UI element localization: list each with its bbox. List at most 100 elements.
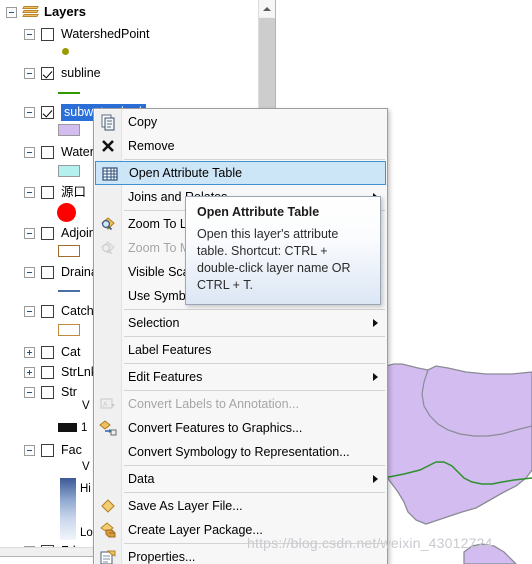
menu-item-open-attribute-table[interactable]: Open Attribute Table [95, 161, 386, 185]
legend-swatch-watershed [58, 165, 80, 177]
menu-label-label-features: Label Features [128, 343, 212, 357]
chevron-right-icon [373, 373, 378, 381]
menu-item-remove[interactable]: Remove [94, 134, 387, 158]
menu-label-data: Data [128, 472, 155, 486]
menu-item-save-as-layer-file[interactable]: Save As Layer File... [94, 494, 387, 518]
menu-label-properties: Properties... [128, 550, 196, 564]
menu-separator [124, 363, 385, 364]
tree-node-subline[interactable]: subline [24, 64, 101, 82]
expander-icon[interactable] [24, 28, 35, 40]
menu-item-convert-labels-to-annotation: A Convert Labels to Annotation... [94, 392, 387, 416]
legend-header-str: V [82, 400, 90, 412]
tree-node-watershedpoint[interactable]: WatershedPoint [24, 25, 149, 43]
tree-label-layers-root: Layers [44, 4, 86, 19]
legend-swatch-adjoincatchment [58, 245, 80, 257]
tree-label-fac: Fac [61, 443, 82, 457]
menu-item-convert-features-to-graphics[interactable]: Convert Features to Graphics... [94, 416, 387, 440]
layers-stack-icon [22, 5, 39, 19]
menu-separator [124, 159, 385, 160]
tooltip-title: Open Attribute Table [197, 205, 320, 219]
menu-label-remove: Remove [128, 139, 175, 153]
legend-swatch-subline [58, 92, 80, 94]
remove-x-icon [99, 137, 117, 155]
expander-icon[interactable] [24, 186, 35, 198]
svg-text:A: A [103, 402, 108, 409]
expander-icon[interactable] [24, 346, 35, 358]
expander-icon[interactable] [24, 366, 35, 378]
legend-swatch-subwatershed [58, 124, 80, 136]
expander-icon[interactable] [24, 106, 35, 118]
legend-swatch-fac-gradient [60, 478, 76, 540]
layer-package-icon [99, 521, 117, 539]
tree-label-watershedpoint: WatershedPoint [61, 27, 150, 41]
layer-visibility-checkbox[interactable] [41, 385, 54, 399]
menu-separator [124, 492, 385, 493]
legend-swatch-catchment [58, 324, 80, 336]
menu-separator [124, 465, 385, 466]
menu-item-copy[interactable]: Copy [94, 110, 387, 134]
expander-icon[interactable] [6, 6, 17, 18]
legend-swatch-yuankou [57, 203, 76, 222]
menu-label-copy: Copy [128, 115, 158, 129]
legend-swatch-str [58, 423, 77, 432]
menu-label-edit-features: Edit Features [128, 370, 203, 384]
tree-label-subline: subline [61, 66, 101, 80]
tooltip-open-attribute-table: Open Attribute Table Open this layer's a… [185, 196, 381, 305]
layer-visibility-checkbox[interactable] [41, 345, 54, 359]
chevron-up-icon [263, 6, 271, 11]
menu-item-convert-symbology-to-representation[interactable]: Convert Symbology to Representation... [94, 440, 387, 464]
tree-label-yuankou: 源口 [61, 185, 87, 199]
expander-icon[interactable] [24, 444, 35, 456]
tooltip-body: Open this layer's attribute table. Short… [197, 227, 351, 292]
legend-swatch-watershedpoint [62, 48, 69, 55]
menu-separator [124, 390, 385, 391]
expander-icon[interactable] [24, 266, 35, 278]
legend-header-fac: V [82, 461, 90, 473]
tree-node-cat[interactable]: Cat [24, 343, 80, 361]
layer-visibility-checkbox[interactable] [41, 66, 54, 80]
layer-visibility-checkbox[interactable] [41, 265, 54, 279]
menu-label-convert-features-to-graphics: Convert Features to Graphics... [128, 421, 303, 435]
legend-low-label-fac: Lo [80, 527, 93, 539]
menu-item-selection[interactable]: Selection [94, 311, 387, 335]
legend-value-str: 1 [81, 422, 88, 434]
menu-separator [124, 309, 385, 310]
expander-icon[interactable] [24, 146, 35, 158]
convert-labels-icon: A [99, 395, 117, 413]
menu-label-convert-labels-to-annotation: Convert Labels to Annotation... [128, 397, 299, 411]
menu-item-edit-features[interactable]: Edit Features [94, 365, 387, 389]
tree-label-str: Str [61, 385, 77, 399]
tree-node-strlnk[interactable]: StrLnk [24, 363, 97, 381]
legend-swatch-drainageline [58, 290, 80, 292]
menu-item-label-features[interactable]: Label Features [94, 338, 387, 362]
properties-icon [99, 548, 117, 564]
expander-icon[interactable] [24, 305, 35, 317]
tree-node-fac[interactable]: Fac [24, 441, 82, 459]
layer-visibility-checkbox[interactable] [41, 105, 54, 119]
chevron-right-icon [373, 319, 378, 327]
layer-visibility-checkbox[interactable] [41, 226, 54, 240]
layer-visibility-checkbox[interactable] [41, 443, 54, 457]
arcmap-window: Layers WatershedPoint subline subwatersh… [0, 0, 532, 564]
expander-icon[interactable] [24, 67, 35, 79]
layer-visibility-checkbox[interactable] [41, 185, 54, 199]
tree-label-cat: Cat [61, 345, 81, 359]
watermark-text: https://blog.csdn.net/weixin_43012724 [247, 535, 493, 551]
layer-visibility-checkbox[interactable] [41, 365, 54, 379]
menu-label-selection: Selection [128, 316, 180, 330]
tree-label-strlnk: StrLnk [61, 365, 98, 379]
scroll-up-button[interactable] [259, 0, 275, 17]
tree-node-yuankou[interactable]: 源口 [24, 183, 86, 201]
expander-icon[interactable] [24, 386, 35, 398]
expander-icon[interactable] [24, 227, 35, 239]
layer-visibility-checkbox[interactable] [41, 145, 54, 159]
layer-visibility-checkbox[interactable] [41, 304, 54, 318]
layer-visibility-checkbox[interactable] [41, 27, 54, 41]
legend-high-label-fac: Hi [80, 483, 91, 495]
menu-item-data[interactable]: Data [94, 467, 387, 491]
tree-node-str[interactable]: Str [24, 383, 77, 401]
layer-context-menu[interactable]: Copy Remove Open Attribute Table Joins a… [93, 108, 388, 564]
tree-node-layers-root[interactable]: Layers [6, 3, 86, 21]
table-icon [101, 165, 119, 183]
convert-features-icon [99, 419, 117, 437]
